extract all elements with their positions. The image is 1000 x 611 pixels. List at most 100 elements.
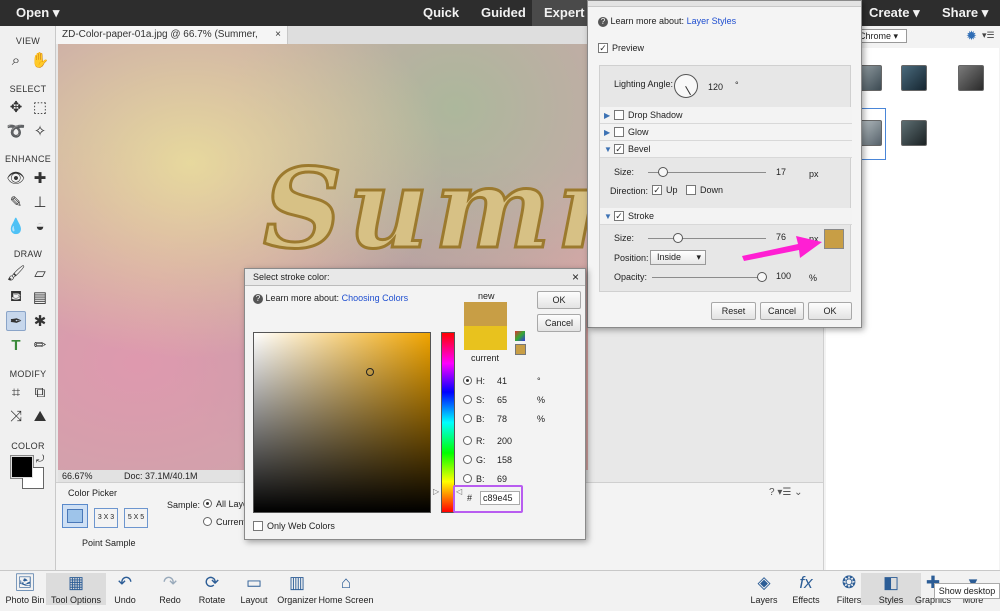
toolbox: VIEW ⌕ ✋ SELECT ✥ ⬚ ➰ ✧ ENHANCE 👁 ✚ ✎ ⊥ …	[0, 26, 56, 570]
hue-field[interactable]: H: 41 °	[463, 373, 541, 389]
opacity-slider[interactable]	[652, 277, 766, 278]
preview-checkbox[interactable]: ✓ Preview	[598, 42, 644, 54]
saturation-field[interactable]: S: 65%	[463, 392, 545, 408]
magic-wand-icon[interactable]: ✧	[30, 121, 50, 141]
stroke-color-swatch[interactable]	[824, 229, 844, 249]
opacity-value[interactable]: 100	[776, 271, 791, 281]
hex-value-input[interactable]: c89e45	[480, 491, 520, 505]
foreground-color-swatch-top[interactable]	[11, 456, 33, 478]
lighting-angle-dial[interactable]	[674, 74, 698, 98]
style-thumb-chrome-3[interactable]	[958, 65, 984, 91]
new-color-label: new	[478, 291, 495, 301]
spot-healing-icon[interactable]: ✚	[30, 168, 50, 188]
brush-tool-icon[interactable]: 🖌	[6, 263, 26, 283]
mode-quick[interactable]: Quick	[423, 0, 459, 26]
move-tool-icon[interactable]: ✥	[6, 97, 26, 117]
radio-all-layers[interactable]	[203, 499, 212, 509]
zoom-tool-icon[interactable]: ⌕	[6, 50, 26, 70]
lighting-angle-value[interactable]: 120	[708, 82, 723, 92]
style-thumb-chrome-5[interactable]	[901, 120, 927, 146]
reset-button[interactable]: Reset	[711, 302, 756, 320]
choosing-colors-link[interactable]: Choosing Colors	[342, 293, 409, 303]
style-cancel-button[interactable]: Cancel	[760, 302, 804, 320]
saturation-radio[interactable]	[463, 395, 472, 405]
share-menu[interactable]: Share ▾	[942, 0, 988, 26]
sample-5x5-button[interactable]: 5 X 5	[124, 508, 148, 528]
straighten-tool-icon[interactable]: ⛰	[30, 406, 50, 426]
brightness-field[interactable]: B: 78%	[463, 411, 545, 427]
saturation-brightness-field[interactable]	[253, 332, 431, 513]
eyedropper-tool-icon[interactable]: ✒	[6, 311, 26, 331]
style-ok-button[interactable]: OK	[808, 302, 852, 320]
red-eye-tool-icon[interactable]: 👁	[6, 168, 26, 188]
stroke-size-knob[interactable]	[673, 233, 683, 243]
direction-up-checkbox[interactable]: ✓ Up	[652, 184, 678, 196]
dialog-titlebar[interactable]	[588, 1, 861, 7]
point-sample-button[interactable]	[62, 504, 88, 528]
document-tab[interactable]: ZD-Color-paper-01a.jpg @ 66.7% (Summer, …	[56, 26, 288, 58]
hand-tool-icon[interactable]: ✋	[30, 50, 50, 70]
stroke-position-dropdown[interactable]: Inside ▾	[650, 250, 706, 265]
eraser-tool-icon[interactable]: ▱	[30, 263, 50, 283]
type-tool-icon[interactable]: T	[6, 335, 26, 355]
pencil-tool-icon[interactable]: ✏	[30, 335, 50, 355]
panel-menu-icon[interactable]: ▾☰	[982, 30, 995, 41]
hue-radio[interactable]	[463, 376, 472, 386]
bevel-size-knob[interactable]	[658, 167, 668, 177]
close-document-icon[interactable]: ×	[275, 26, 281, 44]
show-desktop-tooltip: Show desktop	[934, 583, 1000, 599]
blue-radio[interactable]	[463, 474, 472, 484]
content-aware-move-icon[interactable]: ⤨	[6, 406, 26, 426]
color-cancel-button[interactable]: Cancel	[537, 314, 581, 332]
summer-text-layer[interactable]: Summer	[261, 143, 588, 275]
color-picker-dialog: Select stroke color: × ? Learn more about…	[244, 268, 586, 540]
color-field-cursor[interactable]	[366, 368, 374, 376]
drop-shadow-row[interactable]: ▶ Drop Shadow	[600, 107, 852, 124]
panel-settings-icon[interactable]: ✹	[966, 28, 977, 44]
brightness-radio[interactable]	[463, 414, 472, 424]
red-radio[interactable]	[463, 436, 472, 446]
gamut-warning-icon[interactable]	[515, 331, 525, 341]
recompose-tool-icon[interactable]: ⧉	[30, 382, 50, 402]
swap-colors-icon[interactable]: ⤾	[36, 454, 44, 465]
custom-shape-icon[interactable]: ✱	[30, 311, 50, 331]
paint-bucket-icon[interactable]: ⛾	[6, 287, 26, 307]
smart-brush-icon[interactable]: ✎	[6, 192, 26, 212]
gradient-tool-icon[interactable]: ▤	[30, 287, 50, 307]
direction-down-checkbox[interactable]: Down	[686, 184, 723, 196]
sponge-tool-icon[interactable]: ◒	[30, 216, 50, 236]
green-radio[interactable]	[463, 455, 472, 465]
web-safe-swatch[interactable]	[515, 344, 526, 355]
lasso-tool-icon[interactable]: ➰	[6, 121, 26, 141]
glow-row[interactable]: ▶ Glow	[600, 124, 852, 141]
clone-stamp-icon[interactable]: ⊥	[30, 192, 50, 212]
mode-guided[interactable]: Guided	[481, 0, 526, 26]
close-dialog-icon[interactable]: ×	[572, 269, 579, 286]
stroke-row[interactable]: ▼ ✓ Stroke	[600, 208, 852, 225]
layer-styles-link[interactable]: Layer Styles	[687, 16, 737, 26]
crop-tool-icon[interactable]: ⌗	[6, 382, 26, 402]
only-web-colors-checkbox[interactable]: Only Web Colors	[253, 520, 335, 532]
radio-current-layer[interactable]	[203, 517, 212, 527]
options-help-menu-icon[interactable]: ? ▾☰ ⌄	[769, 487, 802, 498]
create-menu[interactable]: Create ▾	[869, 0, 920, 26]
blur-tool-icon[interactable]: 💧	[6, 216, 26, 236]
bevel-row[interactable]: ▼ ✓ Bevel	[600, 141, 852, 158]
sample-3x3-button[interactable]: 3 X 3	[94, 508, 118, 528]
lighting-angle-label: Lighting Angle:	[614, 79, 674, 89]
color-picker-titlebar[interactable]: Select stroke color: ×	[245, 269, 585, 286]
hue-slider-left-arrow[interactable]: ▷	[433, 487, 439, 496]
bevel-size-value[interactable]: 17	[776, 167, 786, 177]
help-icon: ?	[598, 17, 608, 27]
rotate-icon: ⟳	[204, 573, 220, 592]
marquee-tool-icon[interactable]: ⬚	[30, 97, 50, 117]
home-screen-button[interactable]: ⌂ Home Screen	[316, 573, 376, 605]
style-thumb-chrome-2[interactable]	[901, 65, 927, 91]
color-ok-button[interactable]: OK	[537, 291, 581, 309]
green-field[interactable]: G: 158	[463, 452, 512, 468]
open-menu[interactable]: Open ▾	[16, 0, 59, 26]
opacity-label: Opacity:	[614, 272, 648, 282]
current-color-preview[interactable]	[464, 326, 507, 350]
opacity-knob[interactable]	[757, 272, 767, 282]
red-field[interactable]: R: 200	[463, 433, 512, 449]
